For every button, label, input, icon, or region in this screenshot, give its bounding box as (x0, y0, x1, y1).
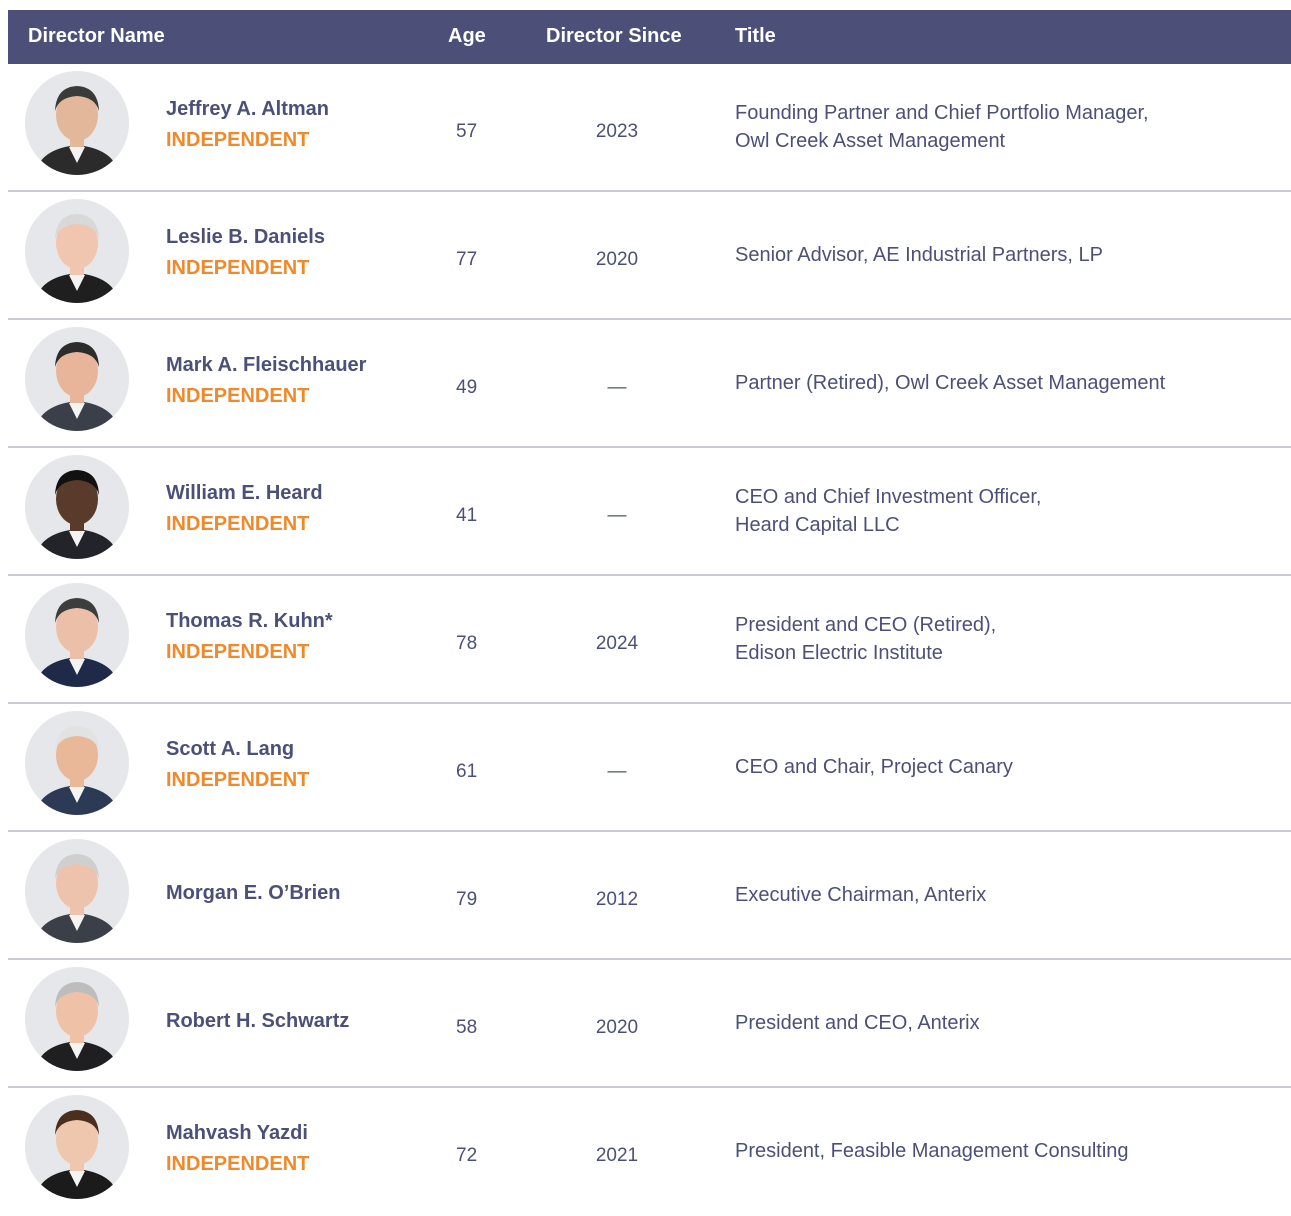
director-since: 2020 (595, 1017, 639, 1038)
table-row: Thomas R. Kuhn* INDEPENDENT 78 2024 Pres… (8, 576, 1291, 704)
director-since: — (607, 377, 627, 398)
independent-badge: INDEPENDENT (166, 641, 310, 663)
director-photo (25, 455, 129, 559)
directors-table: Director Name Age Director Since Title J… (8, 10, 1291, 1216)
table-row: Jeffrey A. Altman INDEPENDENT 57 2023 Fo… (8, 64, 1291, 192)
header-title: Title (735, 25, 776, 47)
director-name-block: Mahvash Yazdi INDEPENDENT (166, 1122, 446, 1176)
director-name-block: Morgan E. O’Brien (166, 882, 446, 905)
independent-badge: INDEPENDENT (166, 257, 310, 279)
director-age: 41 (456, 505, 478, 526)
director-since: 2024 (595, 633, 639, 654)
director-since: — (607, 761, 627, 782)
table-row: Robert H. Schwartz 58 2020 President and… (8, 960, 1291, 1088)
director-age: 58 (456, 1017, 478, 1038)
director-name: William E. Heard (166, 482, 323, 504)
director-name-block: Robert H. Schwartz (166, 1010, 446, 1033)
director-name-block: William E. Heard INDEPENDENT (166, 482, 446, 536)
director-name-block: Mark A. Fleischhauer INDEPENDENT (166, 354, 446, 408)
director-title: CEO and Chief Investment Officer, Heard C… (735, 483, 1275, 539)
director-name-block: Thomas R. Kuhn* INDEPENDENT (166, 610, 446, 664)
director-title: Senior Advisor, AE Industrial Partners, … (735, 241, 1275, 269)
table-row: Scott A. Lang INDEPENDENT 61 — CEO and C… (8, 704, 1291, 832)
director-since: 2012 (595, 889, 639, 910)
director-photo (25, 711, 129, 815)
director-title-line: Partner (Retired), Owl Creek Asset Manag… (735, 372, 1166, 394)
director-age: 49 (456, 377, 478, 398)
table-row: Leslie B. Daniels INDEPENDENT 77 2020 Se… (8, 192, 1291, 320)
table-row: William E. Heard INDEPENDENT 41 — CEO an… (8, 448, 1291, 576)
director-name: Thomas R. Kuhn* (166, 610, 333, 632)
director-age: 72 (456, 1145, 478, 1166)
director-photo (25, 839, 129, 943)
director-photo (25, 967, 129, 1071)
director-name: Leslie B. Daniels (166, 226, 325, 248)
table-row: Morgan E. O’Brien 79 2012 Executive Chai… (8, 832, 1291, 960)
director-name: Scott A. Lang (166, 738, 295, 760)
header-director-since: Director Since (546, 25, 682, 47)
independent-badge: INDEPENDENT (166, 129, 310, 151)
director-photo (25, 199, 129, 303)
director-name: Robert H. Schwartz (166, 1010, 350, 1032)
director-title-line: Heard Capital LLC (735, 514, 900, 536)
director-name-block: Scott A. Lang INDEPENDENT (166, 738, 446, 792)
director-title: President and CEO (Retired), Edison Elect… (735, 611, 1275, 667)
independent-badge: INDEPENDENT (166, 385, 310, 407)
director-title-line: Founding Partner and Chief Portfolio Man… (735, 102, 1149, 124)
table-header: Director Name Age Director Since Title (8, 10, 1291, 64)
table-row: Mark A. Fleischhauer INDEPENDENT 49 — Pa… (8, 320, 1291, 448)
director-age: 78 (456, 633, 478, 654)
header-director-name: Director Name (28, 25, 165, 47)
independent-badge: INDEPENDENT (166, 769, 310, 791)
director-age: 57 (456, 121, 478, 142)
director-title-line: Executive Chairman, Anterix (735, 884, 987, 906)
director-age: 79 (456, 889, 478, 910)
director-photo (25, 327, 129, 431)
independent-badge: INDEPENDENT (166, 1153, 310, 1175)
independent-badge: INDEPENDENT (166, 513, 310, 535)
header-age: Age (448, 25, 486, 47)
director-since: 2023 (595, 121, 639, 142)
director-since: — (607, 505, 627, 526)
director-age: 77 (456, 249, 478, 270)
director-photo (25, 71, 129, 175)
director-title: President, Feasible Management Consultin… (735, 1137, 1275, 1165)
director-name-block: Jeffrey A. Altman INDEPENDENT (166, 98, 446, 152)
director-title: Executive Chairman, Anterix (735, 881, 1275, 909)
director-name: Jeffrey A. Altman (166, 98, 330, 120)
director-title: CEO and Chair, Project Canary (735, 753, 1275, 781)
director-title-line: Senior Advisor, AE Industrial Partners, … (735, 244, 1103, 266)
director-title: Founding Partner and Chief Portfolio Man… (735, 99, 1275, 155)
director-title: President and CEO, Anterix (735, 1009, 1275, 1037)
director-title-line: CEO and Chief Investment Officer, (735, 486, 1042, 508)
director-name-block: Leslie B. Daniels INDEPENDENT (166, 226, 446, 280)
director-age: 61 (456, 761, 478, 782)
director-photo (25, 583, 129, 687)
director-title-line: CEO and Chair, Project Canary (735, 756, 1013, 778)
director-title-line: President and CEO, Anterix (735, 1012, 980, 1034)
director-title-line: Owl Creek Asset Management (735, 130, 1006, 152)
director-since: 2021 (595, 1145, 639, 1166)
table-row: Mahvash Yazdi INDEPENDENT 72 2021 Presid… (8, 1088, 1291, 1216)
director-name: Mahvash Yazdi (166, 1122, 308, 1144)
director-since: 2020 (595, 249, 639, 270)
director-name: Mark A. Fleischhauer (166, 354, 367, 376)
director-title-line: President, Feasible Management Consultin… (735, 1140, 1129, 1162)
director-title-line: President and CEO (Retired), (735, 614, 997, 636)
director-title-line: Edison Electric Institute (735, 642, 943, 664)
director-name: Morgan E. O’Brien (166, 882, 341, 904)
director-title: Partner (Retired), Owl Creek Asset Manag… (735, 369, 1275, 397)
table-body: Jeffrey A. Altman INDEPENDENT 57 2023 Fo… (8, 64, 1291, 1216)
director-photo (25, 1095, 129, 1199)
